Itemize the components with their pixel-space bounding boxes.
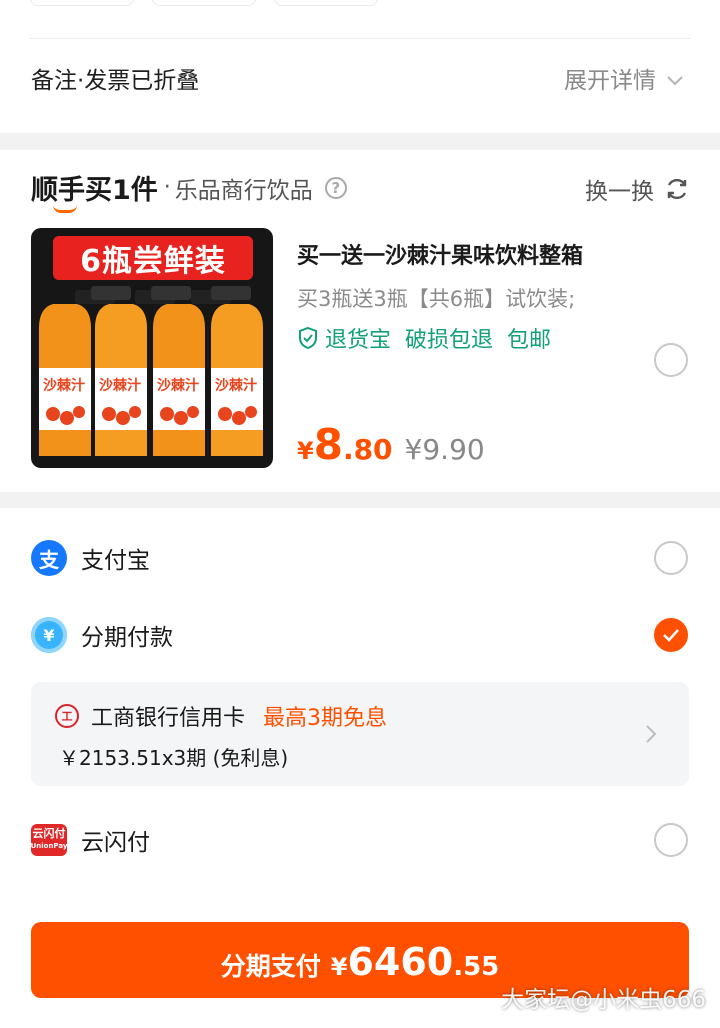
swap-button[interactable]: 换一换 bbox=[585, 172, 690, 206]
chevron-down-icon bbox=[667, 76, 683, 86]
return-guarantee-tag: 退货宝 bbox=[297, 322, 391, 354]
swap-label: 换一换 bbox=[585, 179, 654, 205]
pay-amount-integer: 6460 bbox=[347, 940, 454, 984]
payment-method-unionpay[interactable]: 云闪付 UnionPay 云闪付 bbox=[31, 823, 150, 857]
pay-button-currency: ¥ bbox=[330, 953, 348, 981]
option-chip[interactable] bbox=[274, 0, 378, 6]
price-currency: ¥ bbox=[297, 437, 314, 465]
shield-check-icon bbox=[299, 326, 317, 350]
huabei-installment-icon: ¥ bbox=[31, 617, 67, 653]
unionpay-icon: 云闪付 UnionPay bbox=[31, 824, 67, 856]
bottle-label-text: 沙棘汁 bbox=[99, 377, 141, 394]
remarks-card: 备注·发票已折叠 展开详情 bbox=[0, 0, 720, 133]
installment-detail: ￥2153.51x3期 (免利息) bbox=[59, 746, 289, 770]
payment-method-label: 云闪付 bbox=[81, 830, 150, 856]
price: ¥ 8 .80 ¥9.90 bbox=[297, 420, 485, 469]
addon-product-card: 顺手买1件 · 乐品商行饮品 ? 换一换 6瓶尝鲜装 沙棘汁 沙棘汁 沙棘汁 沙… bbox=[0, 150, 720, 492]
smile-logo-mark bbox=[53, 205, 77, 213]
installment-radio-checked[interactable] bbox=[654, 618, 688, 652]
payment-methods-card: 支 支付宝 ¥ 分期付款 工 工商银行信用卡 最高3期免息 ￥2153.51x3… bbox=[0, 508, 720, 1028]
tag-label: 包邮 bbox=[507, 328, 552, 353]
pay-amount-decimal: .55 bbox=[453, 952, 500, 982]
addon-brand: 顺手买1件 bbox=[31, 168, 158, 213]
tag-label: 退货宝 bbox=[325, 328, 392, 353]
addon-header: 顺手买1件 · 乐品商行饮品 ? bbox=[31, 168, 347, 213]
question-circle-icon[interactable]: ? bbox=[324, 176, 347, 199]
icbc-bank-icon: 工 bbox=[55, 704, 79, 728]
service-tags: 退货宝 破损包退 包邮 bbox=[297, 322, 551, 354]
product-title[interactable]: 买一送一沙棘汁果味饮料整箱 bbox=[297, 238, 583, 270]
shop-name: 乐品商行饮品 bbox=[174, 177, 313, 204]
divider bbox=[30, 38, 690, 39]
option-chip[interactable] bbox=[152, 0, 256, 6]
payment-method-label: 分期付款 bbox=[81, 625, 173, 651]
bottle-label-text: 沙棘汁 bbox=[215, 377, 257, 394]
product-spec: 买3瓶送3瓶【共6瓶】试饮装; bbox=[297, 287, 576, 311]
unionpay-radio[interactable] bbox=[654, 823, 688, 857]
price-decimal: .80 bbox=[342, 433, 393, 466]
product-image[interactable]: 6瓶尝鲜装 沙棘汁 沙棘汁 沙棘汁 沙棘汁 bbox=[31, 228, 273, 468]
bottle-label-text: 沙棘汁 bbox=[43, 377, 85, 394]
separator-dot: · bbox=[163, 175, 171, 200]
price-integer: 8 bbox=[313, 420, 343, 469]
bank-row: 工 工商银行信用卡 最高3期免息 bbox=[55, 700, 387, 732]
alipay-radio[interactable] bbox=[654, 541, 688, 575]
pay-button-label: 分期支付 bbox=[220, 952, 321, 981]
alipay-icon: 支 bbox=[31, 540, 67, 576]
bottle-label-text: 沙棘汁 bbox=[157, 377, 199, 394]
chevron-right-icon bbox=[646, 725, 657, 743]
expand-details-button[interactable]: 展开详情 bbox=[564, 64, 684, 98]
juice-bottles-illustration: 沙棘汁 沙棘汁 沙棘汁 沙棘汁 bbox=[39, 286, 263, 456]
installment-promo: 最高3期免息 bbox=[263, 706, 388, 731]
expand-details-label: 展开详情 bbox=[564, 68, 656, 94]
original-price: ¥9.90 bbox=[404, 433, 485, 466]
payment-method-alipay[interactable]: 支 支付宝 bbox=[31, 540, 150, 576]
addon-select-radio[interactable] bbox=[654, 343, 688, 377]
watermark: 大家坛@小米虫666 bbox=[501, 987, 706, 1013]
checkmark-icon bbox=[663, 629, 679, 642]
option-chip[interactable] bbox=[30, 0, 134, 6]
payment-method-installment[interactable]: ¥ 分期付款 bbox=[31, 617, 173, 653]
refresh-icon bbox=[667, 178, 687, 200]
payment-method-label: 支付宝 bbox=[81, 548, 150, 574]
installment-plan-card[interactable]: 工 工商银行信用卡 最高3期免息 ￥2153.51x3期 (免利息) bbox=[31, 682, 689, 786]
remarks-invoice-label: 备注·发票已折叠 bbox=[31, 68, 200, 94]
tag-label: 破损包退 bbox=[405, 328, 494, 353]
bank-name: 工商银行信用卡 bbox=[91, 706, 246, 731]
